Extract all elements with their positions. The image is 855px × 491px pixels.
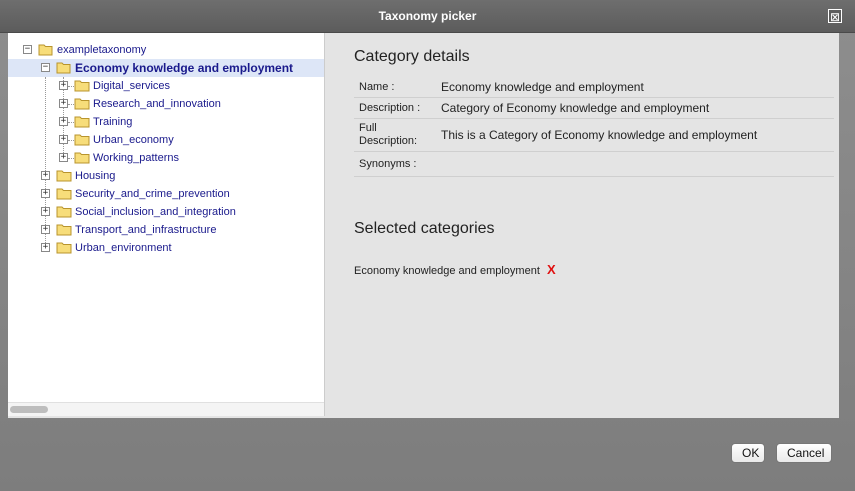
tree-node-label[interactable]: Social_inclusion_and_integration <box>75 203 236 221</box>
tree-node-label[interactable]: Training <box>93 113 132 131</box>
tree-node-digital-services[interactable]: + Digital_services <box>8 77 324 95</box>
expand-toggle[interactable]: + <box>41 171 50 180</box>
detail-value: Category of Economy knowledge and employ… <box>436 97 834 119</box>
tree-node-social-inclusion[interactable]: + Social_inclusion_and_integration <box>8 203 324 221</box>
folder-icon <box>74 152 90 164</box>
folder-icon <box>74 116 90 128</box>
category-details-heading: Category details <box>354 48 470 65</box>
tree-node-label[interactable]: Research_and_innovation <box>93 95 221 113</box>
taxonomy-tree[interactable]: − exampletaxonomy − Economy knowledge an… <box>8 33 325 416</box>
tree-node-label[interactable]: Housing <box>75 167 115 185</box>
detail-value <box>436 151 834 177</box>
tree-node-research[interactable]: + Research_and_innovation <box>8 95 324 113</box>
tree-node-transport[interactable]: + Transport_and_infrastructure <box>8 221 324 239</box>
detail-value: Economy knowledge and employment <box>436 77 834 98</box>
collapse-toggle[interactable]: − <box>23 45 32 54</box>
expand-toggle[interactable]: + <box>59 135 68 144</box>
expand-toggle[interactable]: + <box>41 207 50 216</box>
folder-icon <box>56 242 72 254</box>
expand-toggle[interactable]: + <box>59 81 68 90</box>
tree-node-training[interactable]: + Training <box>8 113 324 131</box>
tree-node-urban-economy[interactable]: + Urban_economy <box>8 131 324 149</box>
tree-node-label[interactable]: Digital_services <box>93 77 170 95</box>
dialog-title: Taxonomy picker <box>378 9 477 23</box>
close-button[interactable]: ⊠ <box>828 9 842 24</box>
category-details-table: Name : Economy knowledge and employment … <box>354 77 834 177</box>
tree-node-label[interactable]: Working_patterns <box>93 149 179 167</box>
tree-node-housing[interactable]: + Housing <box>8 167 324 185</box>
selected-categories-heading: Selected categories <box>354 220 495 237</box>
detail-key: Name : <box>354 77 436 98</box>
title-bar: Taxonomy picker ⊠ <box>0 0 855 33</box>
folder-icon <box>74 80 90 92</box>
close-icon: ⊠ <box>829 10 841 24</box>
tree-node-urban-environment[interactable]: + Urban_environment <box>8 239 324 257</box>
detail-key: Description : <box>354 97 436 119</box>
detail-key: Synonyms : <box>354 151 436 177</box>
folder-icon <box>74 98 90 110</box>
detail-key-line: Full <box>359 122 377 134</box>
folder-icon <box>74 134 90 146</box>
horizontal-scrollbar[interactable] <box>8 402 324 416</box>
expand-toggle[interactable]: + <box>41 189 50 198</box>
detail-value: This is a Category of Economy knowledge … <box>436 118 834 152</box>
dialog-content: − exampletaxonomy − Economy knowledge an… <box>8 33 839 418</box>
folder-icon <box>56 206 72 218</box>
tree-node-label[interactable]: Transport_and_infrastructure <box>75 221 216 239</box>
taxonomy-picker-dialog: Taxonomy picker ⊠ − exampletaxonomy − Ec… <box>0 0 855 491</box>
expand-toggle[interactable]: + <box>59 153 68 162</box>
folder-icon <box>56 224 72 236</box>
scrollbar-thumb[interactable] <box>10 406 48 413</box>
tree-node-label[interactable]: Urban_environment <box>75 239 172 257</box>
selected-category-item: Economy knowledge and employment X <box>354 262 556 277</box>
details-pane: Category details Name : Economy knowledg… <box>338 33 839 418</box>
expand-toggle[interactable]: + <box>41 225 50 234</box>
tree-node-label[interactable]: Security_and_crime_prevention <box>75 185 230 203</box>
detail-row-description: Description : Category of Economy knowle… <box>354 97 834 119</box>
folder-icon <box>56 188 72 200</box>
tree-node-security[interactable]: + Security_and_crime_prevention <box>8 185 324 203</box>
expand-toggle[interactable]: + <box>41 243 50 252</box>
tree-node-label[interactable]: exampletaxonomy <box>57 41 146 59</box>
cancel-button[interactable]: Cancel <box>776 443 832 463</box>
tree-node-label[interactable]: Economy knowledge and employment <box>75 59 293 77</box>
folder-open-icon <box>56 62 71 74</box>
folder-icon <box>56 170 72 182</box>
remove-category-button[interactable]: X <box>547 262 556 277</box>
detail-row-synonyms: Synonyms : <box>354 151 834 177</box>
detail-row-name: Name : Economy knowledge and employment <box>354 77 834 98</box>
tree-node-label[interactable]: Urban_economy <box>93 131 174 149</box>
collapse-toggle[interactable]: − <box>41 63 50 72</box>
tree-node-economy[interactable]: − Economy knowledge and employment <box>8 59 324 77</box>
expand-toggle[interactable]: + <box>59 99 68 108</box>
ok-button[interactable]: OK <box>731 443 765 463</box>
tree-node-root[interactable]: − exampletaxonomy <box>8 41 324 59</box>
expand-toggle[interactable]: + <box>59 117 68 126</box>
tree-node-working-patterns[interactable]: + Working_patterns <box>8 149 324 167</box>
detail-key-line: Description: <box>359 135 418 147</box>
detail-key: Full Description: <box>354 118 436 152</box>
detail-row-full-description: Full Description: This is a Category of … <box>354 118 834 152</box>
folder-open-icon <box>38 44 53 56</box>
selected-category-label: Economy knowledge and employment <box>354 265 540 277</box>
